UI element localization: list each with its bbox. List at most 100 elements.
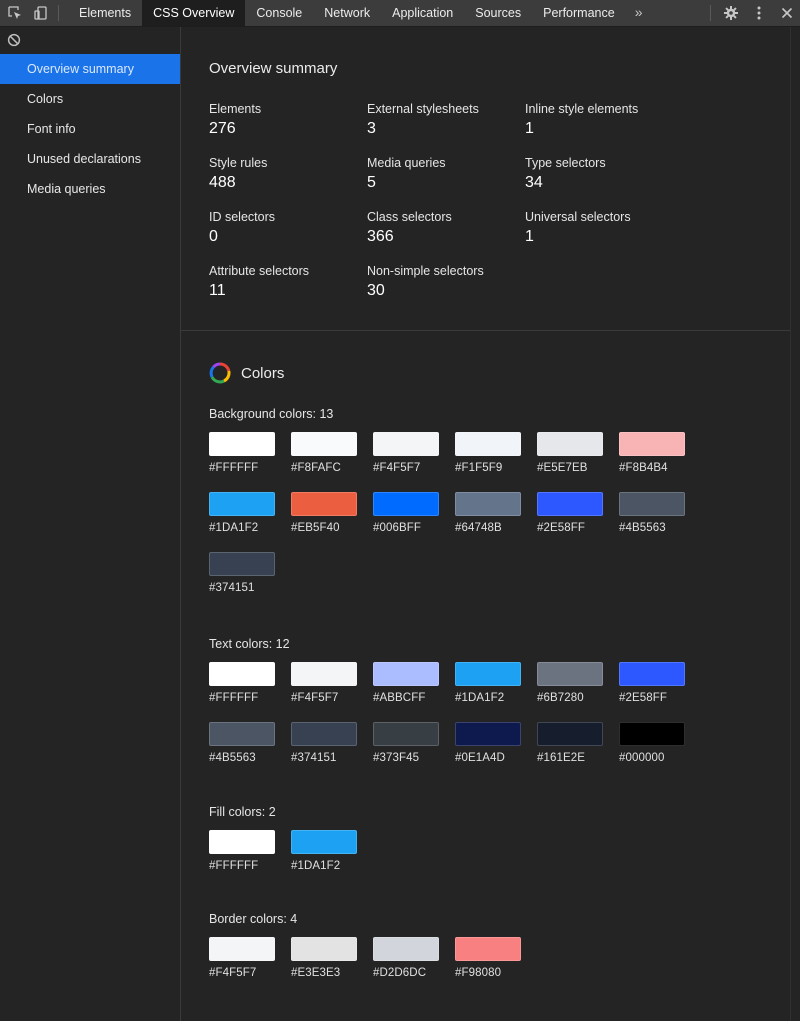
- color-swatch[interactable]: #F4F5F7: [373, 432, 439, 474]
- swatch-color-box[interactable]: [209, 662, 275, 686]
- more-tabs-button[interactable]: »: [626, 0, 652, 26]
- swatch-color-box[interactable]: [209, 492, 275, 516]
- swatch-hex-label: #4B5563: [209, 752, 256, 764]
- color-swatch[interactable]: #E5E7EB: [537, 432, 603, 474]
- color-swatch[interactable]: #F4F5F7: [291, 662, 357, 704]
- inspect-element-icon[interactable]: [2, 0, 28, 26]
- sidebar-item-unused-declarations[interactable]: Unused declarations: [0, 144, 180, 174]
- swatch-color-box[interactable]: [373, 662, 439, 686]
- swatch-color-box[interactable]: [537, 662, 603, 686]
- stat-label: ID selectors: [209, 210, 275, 224]
- color-swatch[interactable]: #2E58FF: [537, 492, 603, 534]
- stat-universal-selectors: Universal selectors 1: [525, 210, 683, 246]
- swatch-color-box[interactable]: [373, 722, 439, 746]
- swatch-color-box[interactable]: [291, 937, 357, 961]
- swatch-hex-label: #EB5F40: [291, 522, 340, 534]
- stat-label: Non-simple selectors: [367, 264, 484, 278]
- swatch-hex-label: #FFFFFF: [209, 860, 259, 872]
- color-swatch[interactable]: #64748B: [455, 492, 521, 534]
- color-swatch[interactable]: #F1F5F9: [455, 432, 521, 474]
- swatch-color-box[interactable]: [291, 830, 357, 854]
- tab-elements[interactable]: Elements: [68, 0, 142, 26]
- color-swatch[interactable]: #1DA1F2: [455, 662, 521, 704]
- swatch-hex-label: #374151: [291, 752, 337, 764]
- devtools-toolbar: Elements CSS Overview Console Network Ap…: [0, 0, 800, 27]
- swatch-color-box[interactable]: [373, 937, 439, 961]
- swatch-hex-label: #006BFF: [373, 522, 422, 534]
- tab-console[interactable]: Console: [245, 0, 313, 26]
- swatch-color-box[interactable]: [291, 492, 357, 516]
- swatch-color-box[interactable]: [455, 432, 521, 456]
- color-swatch[interactable]: #E3E3E3: [291, 937, 357, 979]
- swatch-color-box[interactable]: [619, 432, 685, 456]
- swatch-color-box[interactable]: [537, 492, 603, 516]
- sidebar-item-colors[interactable]: Colors: [0, 84, 180, 114]
- swatch-color-box[interactable]: [455, 722, 521, 746]
- color-swatch[interactable]: #374151: [291, 722, 357, 764]
- color-swatch[interactable]: #1DA1F2: [209, 492, 275, 534]
- swatch-hex-label: #1DA1F2: [455, 692, 505, 704]
- swatch-color-box[interactable]: [209, 722, 275, 746]
- kebab-menu-icon[interactable]: [746, 0, 772, 26]
- color-swatch[interactable]: #373F45: [373, 722, 439, 764]
- color-swatch[interactable]: #374151: [209, 552, 275, 594]
- swatch-color-box[interactable]: [537, 722, 603, 746]
- sidebar-item-overview-summary[interactable]: Overview summary: [0, 54, 180, 84]
- tab-performance[interactable]: Performance: [532, 0, 626, 26]
- gear-icon[interactable]: [718, 0, 744, 26]
- swatch-color-box[interactable]: [209, 432, 275, 456]
- swatch-color-box[interactable]: [619, 492, 685, 516]
- close-icon[interactable]: [774, 0, 800, 26]
- color-swatch[interactable]: #1DA1F2: [291, 830, 357, 872]
- stat-value: 34: [525, 174, 543, 191]
- clear-overview-icon[interactable]: [7, 33, 21, 47]
- color-swatch[interactable]: #6B7280: [537, 662, 603, 704]
- swatch-color-box[interactable]: [209, 830, 275, 854]
- swatch-color-box[interactable]: [291, 432, 357, 456]
- swatch-color-box[interactable]: [619, 662, 685, 686]
- swatch-color-box[interactable]: [455, 662, 521, 686]
- swatch-color-box[interactable]: [291, 722, 357, 746]
- swatch-color-box[interactable]: [209, 937, 275, 961]
- swatch-hex-label: #FFFFFF: [209, 462, 259, 474]
- swatch-color-box[interactable]: [619, 722, 685, 746]
- swatch-color-box[interactable]: [209, 552, 275, 576]
- color-swatch[interactable]: #0E1A4D: [455, 722, 521, 764]
- stat-value: 30: [367, 282, 385, 299]
- color-swatch[interactable]: #F8B4B4: [619, 432, 685, 474]
- color-swatch[interactable]: #000000: [619, 722, 685, 764]
- swatch-hex-label: #F1F5F9: [455, 462, 503, 474]
- swatch-color-box[interactable]: [537, 432, 603, 456]
- color-swatch[interactable]: #F4F5F7: [209, 937, 275, 979]
- swatch-color-box[interactable]: [455, 937, 521, 961]
- tab-application[interactable]: Application: [381, 0, 464, 26]
- swatch-color-box[interactable]: [455, 492, 521, 516]
- sidebar-item-media-queries[interactable]: Media queries: [0, 174, 180, 204]
- swatch-color-box[interactable]: [373, 492, 439, 516]
- color-swatch[interactable]: #D2D6DC: [373, 937, 439, 979]
- color-swatch[interactable]: #161E2E: [537, 722, 603, 764]
- swatch-color-box[interactable]: [291, 662, 357, 686]
- color-swatch[interactable]: #FFFFFF: [209, 662, 275, 704]
- tab-network[interactable]: Network: [313, 0, 381, 26]
- stat-value: 0: [209, 228, 218, 245]
- color-swatch[interactable]: #ABBCFF: [373, 662, 439, 704]
- color-swatch[interactable]: #4B5563: [619, 492, 685, 534]
- color-swatch[interactable]: #F98080: [455, 937, 521, 979]
- swatch-color-box[interactable]: [373, 432, 439, 456]
- color-swatch[interactable]: #EB5F40: [291, 492, 357, 534]
- color-swatch[interactable]: #006BFF: [373, 492, 439, 534]
- color-swatch[interactable]: #FFFFFF: [209, 432, 275, 474]
- color-swatch[interactable]: #FFFFFF: [209, 830, 275, 872]
- stat-value: 276: [209, 120, 236, 137]
- color-swatch[interactable]: #F8FAFC: [291, 432, 357, 474]
- color-swatch[interactable]: #4B5563: [209, 722, 275, 764]
- color-swatch[interactable]: #2E58FF: [619, 662, 685, 704]
- tab-css-overview[interactable]: CSS Overview: [142, 0, 246, 26]
- swatch-hex-label: #E3E3E3: [291, 967, 341, 979]
- swatch-hex-label: #F8B4B4: [619, 462, 668, 474]
- tab-sources[interactable]: Sources: [464, 0, 532, 26]
- scrollbar[interactable]: [790, 27, 800, 1021]
- device-toolbar-icon[interactable]: [28, 0, 54, 26]
- sidebar-item-font-info[interactable]: Font info: [0, 114, 180, 144]
